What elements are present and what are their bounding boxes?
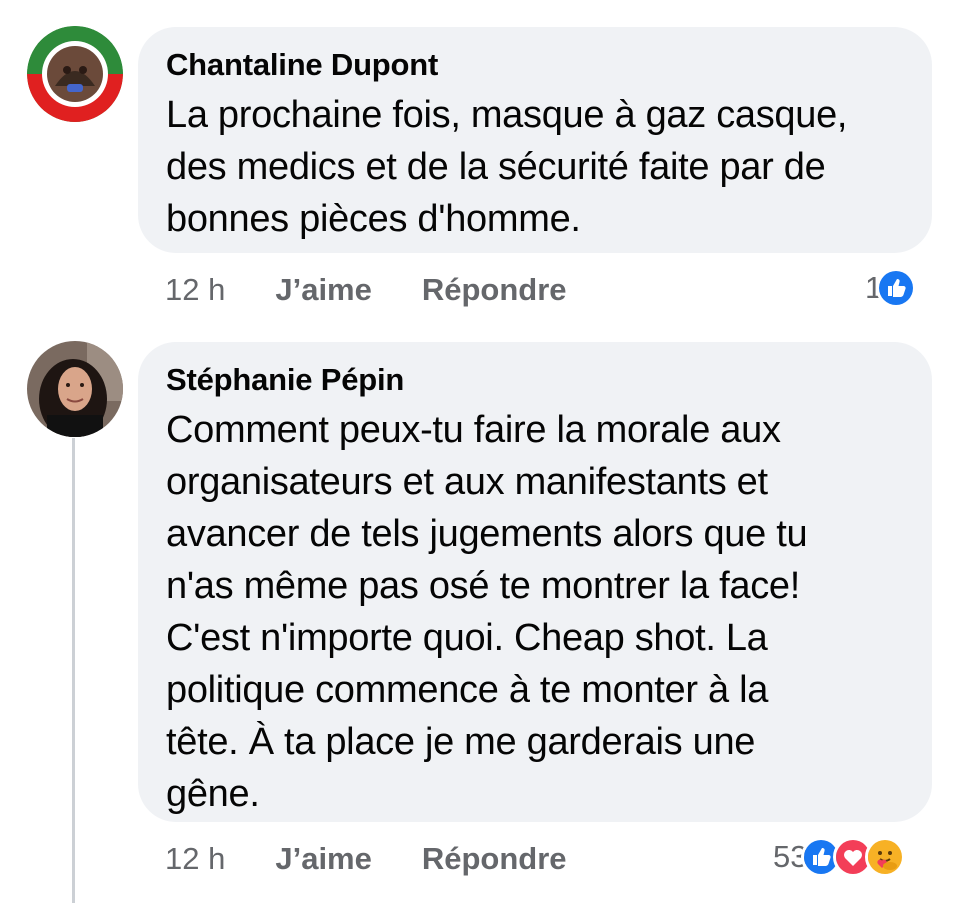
care-icon bbox=[865, 837, 906, 877]
comment-text: La prochaine fois, masque à gaz casque, … bbox=[166, 94, 848, 240]
reaction-summary[interactable]: 53 bbox=[773, 837, 906, 877]
like-button[interactable]: J’aime bbox=[275, 272, 372, 308]
thread-connector bbox=[72, 438, 75, 903]
comment-bubble: Chantaline Dupont La prochaine fois, mas… bbox=[138, 27, 932, 253]
comment-actions: 12 h J’aime Répondre bbox=[165, 841, 567, 877]
avatar[interactable] bbox=[27, 341, 123, 437]
reaction-summary[interactable]: 1 bbox=[865, 268, 917, 308]
reply-button[interactable]: Répondre bbox=[422, 841, 567, 877]
comments-thread: Chantaline Dupont La prochaine fois, mas… bbox=[0, 0, 960, 903]
comment-actions: 12 h J’aime Répondre bbox=[165, 272, 567, 308]
comment-bubble: Stéphanie Pépin Comment peux-tu faire la… bbox=[138, 342, 932, 822]
comment-timestamp[interactable]: 12 h bbox=[165, 272, 225, 308]
reply-button[interactable]: Répondre bbox=[422, 272, 567, 308]
profile-picture-icon bbox=[27, 341, 123, 437]
comment-author[interactable]: Stéphanie Pépin bbox=[166, 360, 904, 400]
like-button[interactable]: J’aime bbox=[275, 841, 372, 877]
profile-picture-icon bbox=[27, 26, 123, 122]
avatar[interactable] bbox=[27, 26, 123, 122]
comment-timestamp[interactable]: 12 h bbox=[165, 841, 225, 877]
comment-text: Comment peux-tu faire la morale aux orga… bbox=[166, 409, 808, 815]
like-icon bbox=[876, 268, 917, 308]
comment-author[interactable]: Chantaline Dupont bbox=[166, 45, 904, 85]
